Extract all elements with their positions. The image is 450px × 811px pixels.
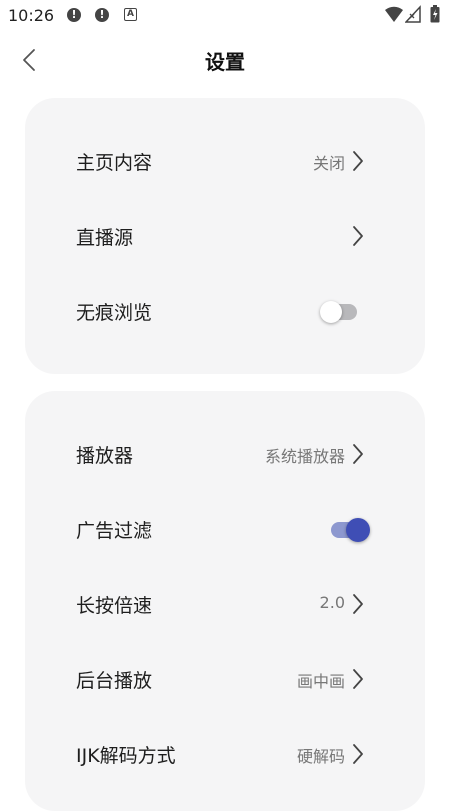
setting-row-long-press-speed[interactable]: 长按倍速 2.0 <box>25 574 425 634</box>
setting-row-background-play[interactable]: 后台播放 画中画 <box>25 649 425 709</box>
settings-card-general: 主页内容 关闭 直播源 无痕浏览 <box>25 98 425 374</box>
setting-row-player[interactable]: 播放器 系统播放器 <box>25 424 425 484</box>
battery-icon <box>430 5 440 23</box>
toggle-thumb <box>320 301 342 323</box>
settings-card-player: 播放器 系统播放器 广告过滤 长按倍速 2.0 后台播放 画中画 IJK解码方式… <box>25 391 425 811</box>
setting-label: 直播源 <box>76 227 134 249</box>
setting-value: 关闭 <box>312 154 345 173</box>
setting-label: 广告过滤 <box>76 520 153 542</box>
chevron-right-icon <box>353 444 363 464</box>
alert-icon: ! <box>67 8 81 22</box>
setting-label: 后台播放 <box>76 670 153 692</box>
a-icon: A <box>124 8 137 21</box>
page-title: 设置 <box>205 50 245 74</box>
setting-label: 播放器 <box>76 445 134 467</box>
setting-row-home-content[interactable]: 主页内容 关闭 <box>25 131 425 191</box>
toggle-thumb <box>346 518 370 542</box>
setting-value: 画中画 <box>296 672 345 691</box>
setting-value: 系统播放器 <box>264 447 345 466</box>
setting-label: 无痕浏览 <box>76 302 153 324</box>
incognito-toggle[interactable] <box>320 301 361 323</box>
setting-value: 2.0 <box>319 593 345 612</box>
setting-row-ijk-decode[interactable]: IJK解码方式 硬解码 <box>25 724 425 784</box>
setting-label: 长按倍速 <box>76 595 153 617</box>
setting-row-ad-filter: 广告过滤 <box>25 499 425 559</box>
setting-row-live-source[interactable]: 直播源 <box>25 206 425 266</box>
header: 设置 <box>0 32 450 88</box>
status-bar: 10:26 ! ! A <box>0 0 450 32</box>
setting-label: 主页内容 <box>76 152 153 174</box>
signal-icon <box>405 5 421 23</box>
alert-icon: ! <box>95 8 109 22</box>
setting-value: 硬解码 <box>296 747 345 766</box>
chevron-right-icon <box>353 669 363 689</box>
chevron-right-icon <box>353 226 363 246</box>
chevron-right-icon <box>353 594 363 614</box>
ad-filter-toggle[interactable] <box>327 518 370 542</box>
wifi-icon <box>385 6 403 22</box>
chevron-right-icon <box>353 151 363 171</box>
chevron-right-icon <box>353 744 363 764</box>
setting-label: IJK解码方式 <box>76 745 176 767</box>
status-time: 10:26 <box>8 6 55 25</box>
setting-row-incognito: 无痕浏览 <box>25 281 425 341</box>
